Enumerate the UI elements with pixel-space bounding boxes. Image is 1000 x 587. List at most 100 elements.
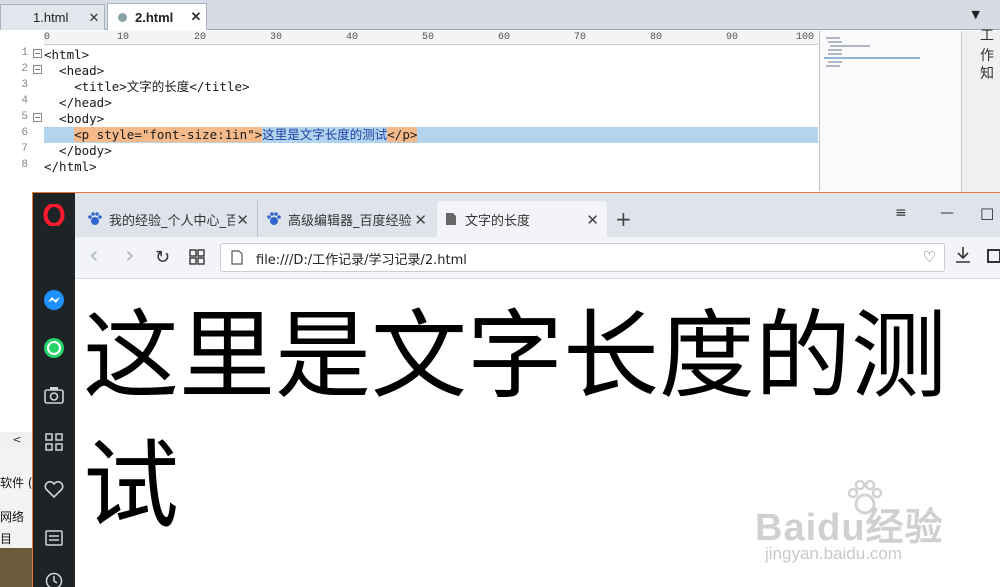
page-icon	[446, 213, 456, 225]
opera-logo-icon[interactable]	[42, 203, 66, 227]
url-field[interactable]: file:///D:/工作记录/学习记录/2.html ♡	[220, 243, 945, 272]
code-text: <head>	[44, 63, 105, 78]
close-icon[interactable]: ✕	[586, 211, 599, 229]
close-icon[interactable]: ✕	[84, 10, 104, 26]
ruler-tick: 20	[194, 32, 207, 43]
line-number: 6	[21, 127, 28, 139]
editor-tab-label: 2.html	[135, 9, 174, 25]
opera-sidebar	[33, 193, 75, 587]
news-icon[interactable]	[42, 526, 66, 550]
browser-tab-label: 我的经验_个人中心_百	[109, 213, 235, 229]
speed-dial-icon[interactable]	[42, 430, 66, 454]
url-text: file:///D:/工作记录/学习记录/2.html	[256, 253, 467, 268]
browser-tab-label: 文字的长度	[465, 213, 531, 229]
tab-list-dropdown-icon[interactable]: ▼	[972, 8, 980, 21]
messenger-icon[interactable]	[42, 288, 66, 312]
editor-tab-bar: 1.html ✕ 2.html ✕ ▼	[0, 0, 1000, 30]
code-text: <html>	[44, 47, 90, 62]
panel-label: 软件 (	[0, 476, 33, 490]
minimap-line	[828, 53, 842, 55]
maximize-button[interactable]: ☐	[980, 205, 994, 224]
ruler-tick: 100	[796, 32, 815, 43]
watermark-url: jingyan.baidu.com	[765, 544, 903, 563]
fold-toggle-icon[interactable]: −	[33, 113, 42, 122]
close-icon[interactable]: ✕	[414, 211, 427, 229]
history-icon[interactable]	[42, 569, 66, 587]
editor-tab-label: 1.html	[33, 10, 69, 25]
scroll-left-button[interactable]: <	[0, 432, 34, 448]
code-text: <body>	[44, 111, 105, 126]
download-icon[interactable]	[955, 246, 971, 264]
editor-tab-1-html[interactable]: 1.html ✕	[0, 4, 105, 30]
forward-button[interactable]: ›	[125, 241, 135, 269]
browser-tab-bar: 我的经验_个人中心_百 ✕ 高级编辑器_百度经验 ✕ 文字的长度 ✕ + ≡ —…	[75, 193, 1000, 237]
code-line: <html>	[44, 47, 818, 63]
browser-tab-active[interactable]: 文字的长度 ✕	[437, 201, 607, 237]
line-number: 3	[21, 79, 28, 91]
code-line: <title>文字的长度</title>	[44, 79, 818, 95]
panel-label: 网络	[0, 510, 25, 524]
ruler-tick: 60	[498, 32, 511, 43]
address-toolbar: ‹ › ↻ file:///D:/工作记录/学习记录/2.html ♡	[75, 237, 1000, 279]
code-line: <head>	[44, 63, 818, 79]
new-tab-button[interactable]: +	[615, 207, 632, 231]
browser-tab[interactable]: 高级编辑器_百度经验 ✕	[257, 201, 435, 237]
desktop-wallpaper-strip	[0, 548, 34, 587]
ruler-tick: 30	[270, 32, 283, 43]
browser-tab[interactable]: 我的经验_个人中心_百 ✕	[79, 201, 257, 237]
fold-toggle-icon[interactable]: −	[33, 49, 42, 58]
code-line: </body>	[44, 143, 818, 159]
ruler-tick: 0	[44, 32, 51, 43]
easy-setup-icon[interactable]: ≡	[895, 205, 907, 221]
code-line-current: <p style="font-size:1in">这里是文字长度的测试</p>	[44, 127, 818, 143]
column-ruler: 0 10 20 30 40 50 60 70 80 90 100	[44, 31, 818, 45]
modified-dot-icon	[118, 12, 127, 22]
code-area[interactable]: <html> <head> <title>文字的长度</title> </hea…	[44, 45, 818, 185]
whatsapp-icon[interactable]	[42, 336, 66, 360]
editor-tab-2-html[interactable]: 2.html ✕	[107, 3, 207, 30]
heart-icon[interactable]	[42, 478, 66, 502]
code-text: </body>	[44, 143, 112, 158]
line-number: 4	[21, 95, 28, 107]
ruler-tick: 40	[346, 32, 359, 43]
panel-label: 知	[980, 66, 994, 82]
minimap-line-current	[824, 57, 920, 59]
minimap-line	[826, 65, 840, 67]
code-text: 文字的长度	[126, 79, 190, 94]
tabs-grid-icon[interactable]	[189, 249, 205, 270]
baidu-jingyan-watermark: Baidu经验 jingyan.baidu.com	[755, 478, 995, 578]
bookmark-heart-icon[interactable]: ♡	[923, 248, 936, 266]
reload-button[interactable]: ↻	[155, 247, 170, 268]
baidu-paw-icon	[267, 212, 281, 225]
minimap-line	[828, 49, 842, 51]
ruler-tick: 90	[726, 32, 739, 43]
minimap-line	[828, 61, 842, 63]
code-text: </head>	[44, 95, 112, 110]
minimap-line	[826, 37, 840, 39]
panel-label: 工作	[980, 28, 994, 64]
watermark-brand: Baidu经验	[755, 507, 944, 549]
line-number: 1	[21, 47, 28, 59]
back-button[interactable]: ‹	[89, 241, 99, 269]
ruler-tick: 50	[422, 32, 435, 43]
minimize-button[interactable]: —	[940, 205, 954, 221]
code-tag-highlight: </p>	[387, 127, 418, 142]
close-icon[interactable]: ✕	[186, 9, 206, 25]
code-text: 这里是文字长度的测试	[262, 127, 388, 142]
code-line: </head>	[44, 95, 818, 111]
line-number: 8	[21, 159, 28, 171]
minimap-line	[828, 41, 842, 43]
code-tag-highlight: <p style="font-size:1in">	[74, 127, 263, 142]
fold-toggle-icon[interactable]: −	[33, 65, 42, 74]
ruler-tick: 80	[650, 32, 663, 43]
line-number: 2	[21, 63, 28, 75]
snapshot-icon[interactable]	[987, 249, 1000, 263]
close-icon[interactable]: ✕	[236, 211, 249, 229]
camera-icon[interactable]	[42, 383, 66, 407]
ruler-tick: 10	[117, 32, 130, 43]
line-number: 5	[21, 111, 28, 123]
code-line: <body>	[44, 111, 818, 127]
code-minimap[interactable]	[819, 31, 961, 191]
file-icon	[231, 250, 243, 265]
